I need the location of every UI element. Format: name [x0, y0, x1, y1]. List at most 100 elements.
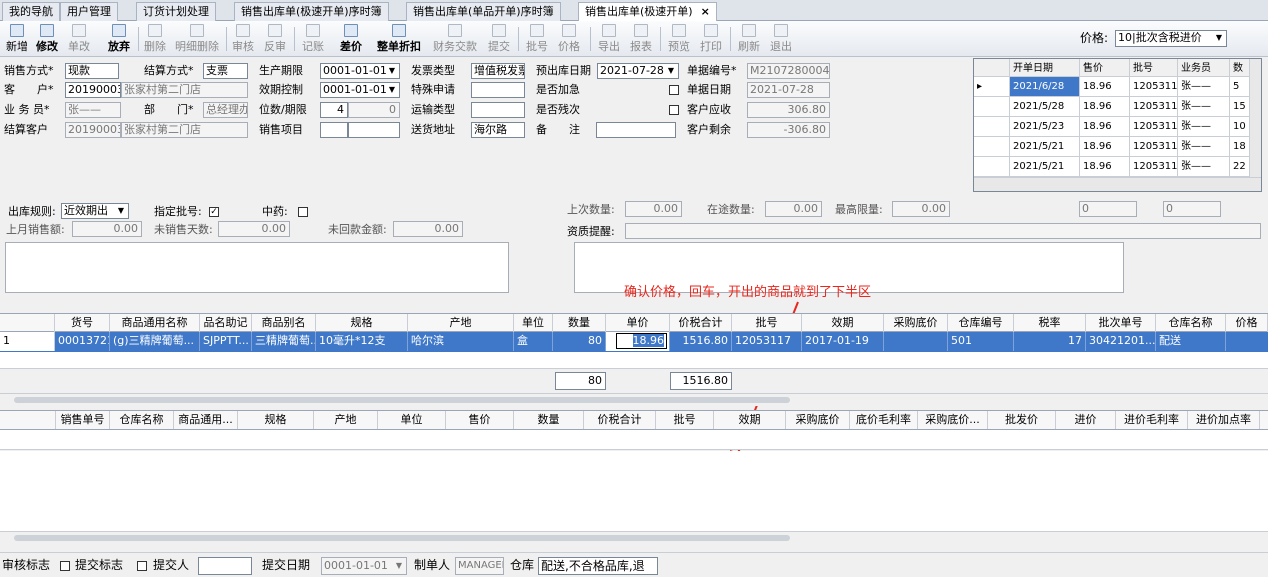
grid-header[interactable]: 批号 [1130, 59, 1178, 77]
grid-cell[interactable]: 18.96 [1080, 137, 1130, 157]
col-header[interactable]: 仓库名称 [110, 411, 174, 429]
export-button[interactable]: 导出 [596, 23, 622, 55]
col-header[interactable]: 批次单号 [1086, 314, 1156, 332]
dept-field[interactable]: 总经理办 [203, 102, 248, 118]
residual-checkbox[interactable] [669, 105, 679, 115]
tab-user-mgmt[interactable]: 用户管理 [60, 2, 118, 21]
address-field[interactable]: 海尔路 [471, 122, 525, 138]
batch-checkbox[interactable]: ✓ [209, 207, 219, 217]
col-header[interactable]: 价格 [1226, 314, 1268, 332]
refresh-button[interactable]: 刷新 [736, 23, 762, 55]
submit-checkbox[interactable] [137, 561, 147, 571]
warehouse-field[interactable]: 配送,不合格品库,退 [538, 557, 658, 575]
col-header[interactable]: 规格 [238, 411, 314, 429]
sales-method-field[interactable]: 现款 [65, 63, 119, 79]
col-header[interactable]: 商品别名 [252, 314, 316, 332]
col-header[interactable] [0, 411, 56, 429]
cell-qty[interactable]: 80 [553, 332, 606, 351]
col-header[interactable]: 采购底价... [918, 411, 988, 429]
cell-tax[interactable]: 17 [1014, 332, 1086, 351]
unaudit-button[interactable]: 反审 [262, 23, 288, 55]
grid-cell[interactable]: 18.96 [1080, 77, 1130, 97]
customer-code-field[interactable]: 20190003 [65, 82, 121, 98]
payment-button[interactable]: 财务交款 [430, 23, 480, 55]
col-header[interactable]: 仓库名称 [1156, 314, 1226, 332]
col-header[interactable]: 货号 [55, 314, 110, 332]
cell-alias[interactable]: 三精牌葡萄... [252, 332, 316, 351]
location-a-field[interactable]: 4 [320, 102, 348, 118]
grid-header[interactable]: 售价 [1080, 59, 1130, 77]
cell-expiry[interactable]: 2017-01-19 [802, 332, 884, 351]
col-header[interactable]: 商品通用... [174, 411, 238, 429]
grid-header[interactable]: 业务员 [1178, 59, 1230, 77]
audit-checkbox[interactable] [60, 561, 70, 571]
est-date-field[interactable]: 2021-07-28 ▼ [597, 63, 679, 79]
cell-name[interactable]: (g)三精牌葡萄... [110, 332, 200, 351]
sales-item-a-field[interactable] [320, 122, 348, 138]
grid-cell[interactable]: 12053117 [1130, 77, 1178, 97]
upper-hscrollbar[interactable] [0, 393, 1268, 406]
report-button[interactable]: 报表 [628, 23, 654, 55]
close-icon[interactable]: × [701, 5, 710, 18]
submit-button[interactable]: 提交 [486, 23, 512, 55]
grid-cell[interactable]: 12053117 [1130, 137, 1178, 157]
col-header[interactable]: 产地 [408, 314, 514, 332]
post-button[interactable]: 记账 [300, 23, 326, 55]
print-button[interactable]: 打印 [698, 23, 724, 55]
tab-order-plan[interactable]: 订货计划处理 [136, 2, 216, 21]
cell-spec[interactable]: 10毫升*12支 [316, 332, 408, 351]
cell-origin[interactable]: 哈尔滨 [408, 332, 514, 351]
notes-textarea-left[interactable] [5, 242, 509, 293]
table-row[interactable]: 1 00013721 (g)三精牌葡萄... SJPPTT... 三精牌葡萄..… [0, 332, 1268, 352]
grid-cell[interactable]: 2021/5/21 [1010, 137, 1080, 157]
col-header[interactable]: 效期 [802, 314, 884, 332]
discount-button[interactable]: 整单折扣 [374, 23, 424, 55]
price-diff-button[interactable]: 差价 [338, 23, 364, 55]
remark-field[interactable] [596, 122, 676, 138]
lower-table-row[interactable] [0, 430, 1268, 450]
col-header[interactable]: 进价 [1056, 411, 1116, 429]
grid-cell[interactable]: 张—— [1178, 137, 1230, 157]
col-header[interactable]: 仓库编号 [948, 314, 1014, 332]
grid-cell[interactable]: 18.96 [1080, 97, 1130, 117]
batch-button[interactable]: 批号 [524, 23, 550, 55]
grid-cell[interactable]: 12053117 [1130, 157, 1178, 177]
grid-cell[interactable]: 18 [1230, 137, 1250, 157]
prod-date-field[interactable]: 0001-01-01 ▼ [320, 63, 400, 79]
add-button[interactable]: 新增 [4, 23, 30, 55]
col-header[interactable]: 进价加点率 [1188, 411, 1260, 429]
scroll-thumb[interactable] [14, 535, 790, 541]
price-history-grid[interactable]: 开单日期 售价 批号 业务员 数 ▸2021/6/2818.9612053117… [973, 58, 1262, 192]
edit-button[interactable]: 修改 [34, 23, 60, 55]
col-header[interactable]: 单位 [378, 411, 446, 429]
grid-hscrollbar[interactable] [974, 177, 1261, 191]
valid-ctrl-field[interactable]: 0001-01-01 ▼ [320, 82, 400, 98]
urgent-checkbox[interactable] [669, 85, 679, 95]
medicine-checkbox[interactable] [298, 207, 308, 217]
cell-warehouse-no[interactable]: 501 [948, 332, 1014, 351]
col-header[interactable]: 税率 [1014, 314, 1086, 332]
grid-cell[interactable]: 5 [1230, 77, 1250, 97]
col-header[interactable]: 采购底价 [786, 411, 850, 429]
sales-item-b-field[interactable] [348, 122, 400, 138]
col-header[interactable]: 品名助记 [200, 314, 252, 332]
col-header[interactable]: 采购底价 [884, 314, 948, 332]
exit-button[interactable]: 退出 [768, 23, 794, 55]
lower-hscrollbar[interactable] [0, 531, 1268, 544]
discard-button[interactable]: 放弃 [106, 23, 132, 55]
grid-vscrollbar[interactable] [1249, 59, 1261, 177]
single-edit-button[interactable]: 单改 [66, 23, 92, 55]
tab-fast-list[interactable]: 销售出库单(极速开单)序时簿 [234, 2, 389, 21]
tab-nav[interactable]: 我的导航 [2, 2, 60, 21]
grid-cell[interactable]: 2021/5/23 [1010, 117, 1080, 137]
preview-button[interactable]: 预览 [666, 23, 692, 55]
grid-cell[interactable]: 2021/6/28 [1010, 77, 1080, 97]
col-header[interactable]: 批号 [732, 314, 802, 332]
col-header[interactable]: 规格 [316, 314, 408, 332]
col-header[interactable]: 底价毛利率 [850, 411, 918, 429]
salesman-field[interactable]: 张—— [65, 102, 121, 118]
grid-cell[interactable]: 张—— [1178, 117, 1230, 137]
col-header[interactable]: 效期 [714, 411, 786, 429]
location-b-field[interactable]: 0 [348, 102, 400, 118]
grid-cell[interactable]: 2021/5/21 [1010, 157, 1080, 177]
